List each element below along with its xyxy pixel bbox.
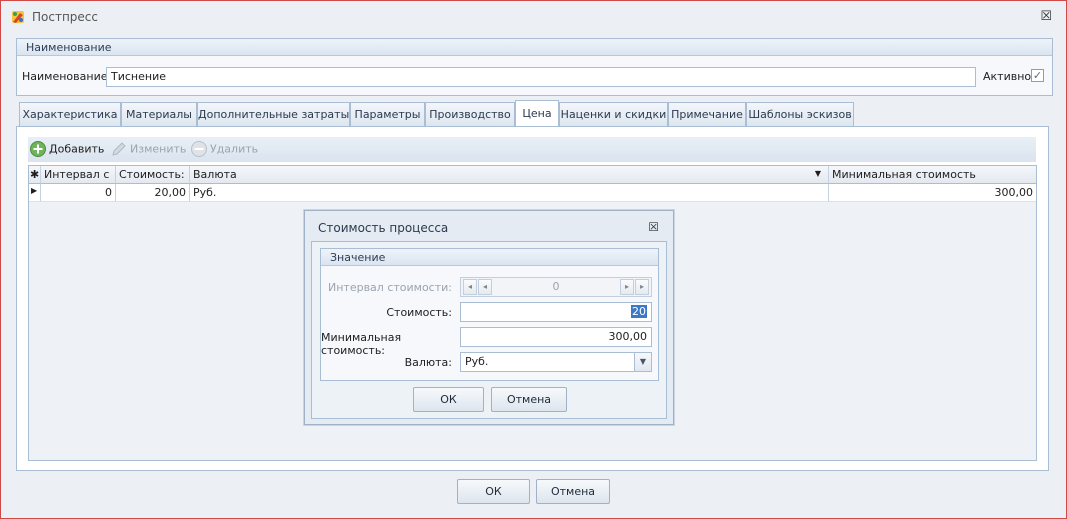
dialog-ok-button[interactable]: ОК	[413, 387, 484, 412]
cost-label: Стоимость:	[386, 306, 452, 319]
name-input[interactable]: Тиснение	[106, 67, 976, 87]
tab-extra-costs[interactable]: Дополнительные затраты	[197, 102, 350, 127]
tab-markups-discounts[interactable]: Наценки и скидки	[559, 102, 668, 127]
min-cost-input[interactable]: 300,00	[460, 327, 652, 347]
process-cost-dialog: Стоимость процесса ☒ Значение Интервал с…	[304, 210, 674, 425]
edit-button-label: Изменить	[130, 142, 187, 156]
tab-sketch-templates[interactable]: Шаблоны эскизов	[746, 102, 854, 127]
col-cost-header[interactable]: Стоимость:	[116, 166, 190, 184]
cost-input[interactable]: 20	[460, 302, 652, 322]
cell-min-cost[interactable]: 300,00	[829, 184, 1036, 202]
cost-input-value: 20	[631, 305, 647, 318]
add-button-label: Добавить	[49, 142, 105, 156]
tab-price[interactable]: Цена	[515, 100, 559, 128]
grid-toolbar: Добавить Изменить Удалить	[28, 137, 1036, 162]
pencil-icon	[112, 142, 126, 156]
spin-first-icon[interactable]: ◂	[463, 279, 477, 295]
currency-label: Валюта:	[404, 356, 452, 369]
row-focus-indicator-icon: ▶	[29, 184, 41, 202]
tab-parameters[interactable]: Параметры	[350, 102, 425, 127]
dialog-cancel-button[interactable]: Отмена	[491, 387, 567, 412]
remove-icon	[191, 141, 207, 157]
tab-note[interactable]: Примечание	[668, 102, 746, 127]
col-currency-header-label: Валюта	[193, 168, 237, 181]
name-group: Наименование Наименование: Тиснение Акти…	[16, 38, 1053, 96]
tab-materials[interactable]: Материалы	[121, 102, 197, 127]
tab-characteristics[interactable]: Характеристика	[19, 102, 121, 127]
active-checkbox[interactable]: ✓	[1031, 69, 1044, 82]
min-cost-label: Минимальная стоимость:	[321, 331, 402, 357]
app-icon	[12, 11, 24, 23]
dropdown-arrow-icon[interactable]: ▼	[634, 353, 651, 371]
cell-interval[interactable]: 0	[41, 184, 116, 202]
delete-button-label: Удалить	[210, 142, 259, 156]
add-icon	[30, 141, 46, 157]
spin-next-icon[interactable]: ▸	[620, 279, 634, 295]
col-currency-header[interactable]: Валюта ▼	[190, 166, 829, 184]
title-bar: Постпресс ☒	[1, 1, 1066, 33]
dialog-body: Значение Интервал стоимости: ◂ ◂ 0 ▸ ▸ С…	[311, 241, 667, 419]
cell-cost[interactable]: 20,00	[116, 184, 190, 202]
edit-button[interactable]: Изменить	[111, 141, 186, 159]
row-indicator-header: ✱	[29, 166, 41, 184]
value-group-header: Значение	[321, 249, 658, 266]
tab-production[interactable]: Производство	[425, 102, 515, 127]
value-group: Значение Интервал стоимости: ◂ ◂ 0 ▸ ▸ С…	[320, 248, 659, 381]
postpress-window: Постпресс ☒ Наименование Наименование: Т…	[0, 0, 1067, 519]
add-button[interactable]: Добавить	[30, 141, 104, 159]
cell-currency[interactable]: Руб.	[190, 184, 829, 202]
delete-button[interactable]: Удалить	[191, 141, 258, 159]
col-interval-header[interactable]: Интервал с	[41, 166, 116, 184]
interval-value: 0	[552, 280, 560, 293]
cancel-button[interactable]: Отмена	[536, 479, 610, 504]
currency-select[interactable]: Руб. ▼	[460, 352, 652, 372]
name-label: Наименование:	[22, 70, 112, 83]
dialog-close-icon[interactable]: ☒	[648, 221, 659, 233]
name-group-header: Наименование	[17, 39, 1052, 56]
interval-label: Интервал стоимости:	[327, 281, 452, 294]
interval-spinner: ◂ ◂ 0 ▸ ▸	[460, 277, 652, 297]
spin-prev-icon[interactable]: ◂	[478, 279, 492, 295]
active-label: Активно	[983, 70, 1032, 83]
col-min-cost-header[interactable]: Минимальная стоимость	[829, 166, 1036, 184]
ok-button[interactable]: ОК	[457, 479, 530, 504]
spin-last-icon[interactable]: ▸	[635, 279, 649, 295]
dialog-title: Стоимость процесса	[318, 221, 449, 235]
currency-select-value: Руб.	[465, 355, 489, 368]
window-close-icon[interactable]: ☒	[1040, 10, 1052, 23]
window-title: Постпресс	[32, 10, 98, 24]
sort-down-icon[interactable]: ▼	[815, 169, 821, 178]
